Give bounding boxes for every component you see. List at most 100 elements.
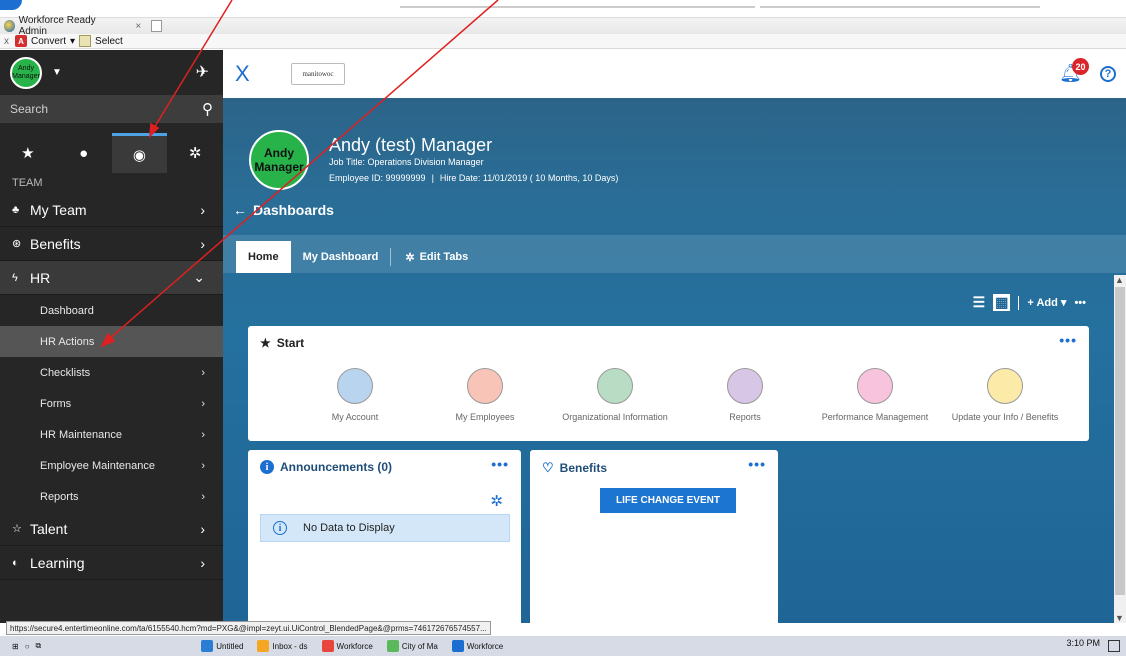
back-arrow-icon[interactable]: ← <box>233 202 247 218</box>
team-icon: ♣ <box>12 203 20 216</box>
start-item-label[interactable]: My Account <box>332 412 379 422</box>
card-more-options-icon[interactable]: ••• <box>1059 332 1077 348</box>
more-options-icon[interactable]: ••• <box>1074 297 1086 309</box>
start-item-circle-icon[interactable] <box>597 368 633 404</box>
card-title-text: Benefits <box>559 461 607 475</box>
pin-icon[interactable]: ✈ <box>196 62 209 82</box>
start-item-label[interactable]: Performance Management <box>822 412 929 422</box>
tab-edit-tabs[interactable]: ✲ Edit Tabs <box>393 241 480 273</box>
sidebar-subitem-employee-maintenance[interactable]: Employee Maintenance › <box>0 450 223 481</box>
tab-my-dashboard[interactable]: My Dashboard <box>291 241 391 273</box>
screen: Workforce Ready Admin × x A Convert ▾ Se… <box>0 0 1126 656</box>
sidebar-subitem-forms[interactable]: Forms › <box>0 388 223 419</box>
start-item-circle-icon[interactable] <box>987 368 1023 404</box>
page-scrollbar[interactable]: ▲ ▼ <box>1114 275 1126 623</box>
sidebar-mode-tabs: ★ ● ◉ ✲ <box>0 133 223 173</box>
add-widget-button[interactable]: + Add ▾ <box>1027 296 1066 309</box>
start-item[interactable]: Performance Management <box>810 368 940 422</box>
taskbar-app[interactable]: Workforce <box>448 638 507 654</box>
taskbar-apps: Untitled Inbox - ds Workforce City of Ma Wor… <box>197 638 507 654</box>
chevron-right-icon: › <box>201 490 205 503</box>
taskbar-app[interactable]: Workforce <box>318 638 377 654</box>
scrollbar-thumb[interactable] <box>1115 287 1125 595</box>
scroll-down-icon[interactable]: ▼ <box>1115 613 1124 623</box>
team-people-icon[interactable]: ◉ <box>111 133 168 173</box>
taskbar-clock[interactable]: 3:10 PM <box>1066 638 1100 648</box>
sidebar-item-benefits[interactable]: ⊛ Benefits › <box>0 227 223 261</box>
browser-tab[interactable]: Workforce Ready Admin × <box>2 15 162 37</box>
help-icon[interactable]: ? <box>1100 66 1116 82</box>
hr-icon: ϟ <box>12 271 18 284</box>
pdf-convert-icon[interactable]: A <box>15 35 27 47</box>
start-item-circle-icon[interactable] <box>467 368 503 404</box>
chevron-right-icon: › <box>201 366 205 379</box>
sidebar-subitem-checklists[interactable]: Checklists › <box>0 357 223 388</box>
user-menu-chevron-down-icon[interactable]: ▼ <box>52 67 62 78</box>
chevron-right-icon: › <box>201 397 205 410</box>
user-avatar[interactable]: Andy Manager <box>10 56 42 89</box>
convert-dropdown-icon[interactable]: ▾ <box>70 36 75 47</box>
action-center-icon[interactable] <box>1108 640 1120 652</box>
scroll-up-icon[interactable]: ▲ <box>1115 275 1124 285</box>
taskbar-app[interactable]: Inbox - ds <box>253 638 311 654</box>
new-tab-icon[interactable] <box>151 20 162 32</box>
life-change-event-button[interactable]: LIFE CHANGE EVENT <box>600 488 736 513</box>
card-more-options-icon[interactable]: ••• <box>491 456 509 472</box>
tab-divider <box>390 248 392 266</box>
sidebar-item-hr[interactable]: ϟ HR ⌄ <box>0 261 223 295</box>
taskbar-app[interactable]: Untitled <box>197 638 247 654</box>
start-item[interactable]: My Account <box>290 368 420 422</box>
task-view-icon[interactable]: ⧉ <box>36 641 42 651</box>
search-icon[interactable]: ⚲ <box>202 100 213 118</box>
notification-count-badge[interactable]: 20 <box>1072 58 1089 75</box>
convert-button[interactable]: Convert <box>31 36 66 47</box>
close-menu-icon[interactable]: X <box>235 61 261 87</box>
toolbar-divider <box>1018 295 1020 310</box>
taskbar-app-icon <box>201 640 214 652</box>
favorites-star-icon[interactable]: ★ <box>0 133 56 173</box>
info-icon: i <box>260 460 274 474</box>
sidebar-subitem-hr-maintenance[interactable]: HR Maintenance › <box>0 419 223 450</box>
card-more-options-icon[interactable]: ••• <box>748 456 766 472</box>
sidebar-item-learning[interactable]: ◐ Learning › <box>0 546 223 580</box>
sidebar-item-my-team[interactable]: ♣ My Team › <box>0 193 223 227</box>
sidebar-subitem-reports[interactable]: Reports › <box>0 481 223 512</box>
start-item-label[interactable]: Organizational Information <box>562 412 668 422</box>
select-button[interactable]: Select <box>95 36 123 47</box>
sidebar-item-label: Learning <box>30 554 85 571</box>
chevron-right-icon: › <box>200 520 205 537</box>
search-icon[interactable]: ○ <box>25 642 30 651</box>
search-input[interactable] <box>10 102 160 116</box>
start-item-label[interactable]: Reports <box>729 412 761 422</box>
settings-gear-icon[interactable]: ✲ <box>167 133 223 173</box>
list-view-icon[interactable]: ☰ <box>973 294 986 311</box>
select-icon[interactable] <box>79 35 92 47</box>
close-toolbar-icon[interactable]: x <box>4 36 9 47</box>
tab-home[interactable]: Home <box>236 241 291 273</box>
tab-close-icon[interactable]: × <box>135 21 141 32</box>
start-item-label[interactable]: My Employees <box>455 412 514 422</box>
taskbar-app-icon <box>451 640 464 652</box>
start-item[interactable]: Update your Info / Benefits <box>940 368 1070 422</box>
sidebar-item-talent[interactable]: ☆ Talent › <box>0 512 223 546</box>
company-logo: manitowoc <box>291 63 345 85</box>
profile-meta: Employee ID: 99999999 | Hire Date: 11/01… <box>329 173 618 183</box>
start-item[interactable]: Organizational Information <box>550 368 680 422</box>
taskbar-app[interactable]: City of Ma <box>383 638 442 654</box>
windows-start-icon[interactable]: ⊞ <box>12 642 19 651</box>
dashboards-back-link[interactable]: ← Dashboards <box>233 202 334 218</box>
settings-gear-icon[interactable]: ✲ <box>490 492 503 510</box>
sidebar-subitem-dashboard[interactable]: Dashboard <box>0 295 223 326</box>
start-item[interactable]: My Employees <box>420 368 550 422</box>
start-item-label[interactable]: Update your Info / Benefits <box>952 412 1059 422</box>
start-item-circle-icon[interactable] <box>727 368 763 404</box>
grid-view-icon[interactable]: ▦ <box>993 294 1011 311</box>
start-item[interactable]: Reports <box>680 368 810 422</box>
sidebar-item-label: Benefits <box>30 235 81 252</box>
status-bar-url: https://secure4.entertimeonline.com/ta/6… <box>6 621 491 635</box>
sidebar-subitem-hr-actions[interactable]: HR Actions <box>0 326 223 357</box>
start-item-circle-icon[interactable] <box>857 368 893 404</box>
start-item-circle-icon[interactable] <box>337 368 373 404</box>
my-info-person-icon[interactable]: ● <box>56 133 112 173</box>
taskbar-app-icon <box>321 640 334 652</box>
